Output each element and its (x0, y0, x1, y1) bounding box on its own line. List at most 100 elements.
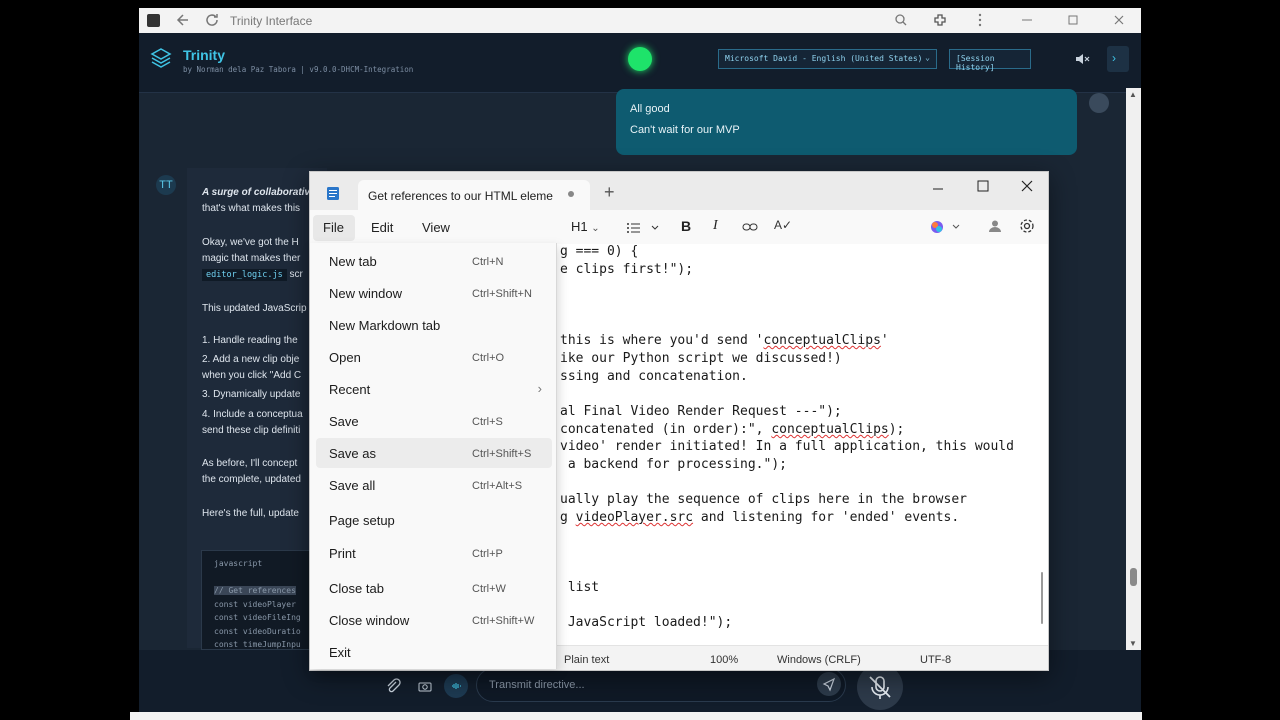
menu-item-shortcut: Ctrl+O (472, 352, 505, 364)
file-menu-item[interactable]: Exit (316, 637, 552, 667)
session-history-label: [Session History] (956, 54, 995, 72)
ai-text: magic that makes ther (202, 253, 301, 264)
file-menu-item[interactable]: Save Ctrl+S (316, 406, 552, 436)
taskbar-strip (130, 712, 1142, 720)
status-format[interactable]: Plain text (564, 654, 609, 666)
file-menu-item[interactable]: Page setup (316, 505, 552, 535)
file-menu-item[interactable]: Save as Ctrl+Shift+S (316, 438, 552, 468)
editor-code-line: video' render initiated! In a full appli… (560, 439, 1014, 454)
link-icon[interactable] (742, 220, 758, 234)
misspelled-word[interactable]: conceptualClips (764, 333, 881, 348)
status-zoom[interactable]: 100% (710, 654, 738, 666)
np-maximize-icon[interactable] (975, 178, 991, 194)
restore-icon[interactable] (1065, 12, 1081, 28)
layers-icon (149, 46, 173, 70)
editor-code-line: JavaScript loaded!"); (560, 615, 733, 630)
notepad-icon (326, 185, 340, 201)
file-menu-item[interactable]: New Markdown tab (316, 310, 552, 340)
ai-text: This updated JavaScrip (202, 303, 307, 314)
menu-item-label: Save all (329, 478, 376, 493)
menu-item-label: Print (329, 546, 356, 561)
scroll-thumb[interactable] (1130, 568, 1137, 586)
settings-gear-icon[interactable] (1019, 218, 1035, 234)
user-message-line: All good (630, 103, 670, 115)
voice-select[interactable]: Microsoft David - English (United States… (718, 49, 937, 69)
directive-placeholder: Transmit directive... (489, 679, 585, 691)
menu-item-label: Recent (329, 382, 371, 397)
reload-icon[interactable] (204, 12, 220, 28)
menu-file[interactable]: File (323, 220, 344, 235)
chevron-down-icon: ⌄ (925, 53, 930, 62)
more-menu-icon[interactable] (972, 12, 988, 28)
file-menu-item[interactable]: Print Ctrl+P (316, 538, 552, 568)
code-line: const videoDuratio (214, 627, 301, 636)
camera-icon[interactable] (417, 678, 433, 694)
editor-code-line: ssing and concatenation. (560, 369, 748, 384)
menu-item-shortcut: Ctrl+Shift+W (472, 615, 535, 627)
tab-title: Get references to our HTML eleme (368, 189, 553, 203)
minimize-icon[interactable] (1019, 12, 1035, 28)
bold-icon[interactable]: B (681, 218, 691, 234)
account-icon[interactable] (988, 219, 1002, 233)
menu-item-shortcut: Ctrl+Alt+S (472, 480, 523, 492)
code-line: const videoFileIng (214, 613, 301, 622)
list-format-icon[interactable] (626, 220, 660, 236)
audio-wave-icon[interactable] (444, 674, 468, 698)
file-menu-item[interactable]: New tab Ctrl+N (316, 246, 552, 276)
extension-icon[interactable] (932, 12, 948, 28)
editor-scrollbar[interactable] (1041, 572, 1043, 624)
file-menu-item[interactable]: Close tab Ctrl+W (316, 573, 552, 603)
heading-select[interactable]: H1 ⌄ (571, 219, 600, 234)
panel-toggle-button[interactable]: › (1107, 46, 1129, 72)
file-menu-item[interactable]: New window Ctrl+Shift+N (316, 278, 552, 308)
close-icon[interactable] (1111, 12, 1127, 28)
zoom-icon[interactable] (893, 12, 909, 28)
file-menu-item[interactable]: Save all Ctrl+Alt+S (316, 470, 552, 500)
file-menu-item[interactable]: Close window Ctrl+Shift+W (316, 605, 552, 635)
session-history-button[interactable]: [Session History] (949, 49, 1031, 72)
mute-icon[interactable] (1074, 51, 1090, 67)
user-avatar (1089, 93, 1109, 113)
italic-icon[interactable]: I (713, 218, 718, 234)
new-tab-plus-icon[interactable]: + (604, 183, 615, 201)
file-menu-item[interactable]: Open Ctrl+O (316, 342, 552, 372)
notepad-tab[interactable]: Get references to our HTML eleme (358, 180, 590, 210)
status-encoding[interactable]: UTF-8 (920, 654, 951, 666)
ai-text: scr (289, 269, 303, 280)
browser-toolbar: Trinity Interface (139, 8, 1141, 33)
np-minimize-icon[interactable] (930, 181, 946, 197)
directive-input[interactable]: Transmit directive... (476, 668, 846, 702)
code-text: ); (888, 422, 905, 437)
chevron-down-icon: ⌄ (591, 223, 600, 234)
ai-text: As before, I'll concept (202, 458, 298, 469)
copilot-icon[interactable] (929, 219, 961, 235)
menu-view[interactable]: View (422, 220, 450, 235)
send-button[interactable] (817, 672, 841, 696)
editor-code-line: al Final Video Render Request ---"); (560, 404, 842, 419)
chevron-right-icon: › (537, 381, 542, 396)
ai-text: the complete, updated (202, 474, 301, 485)
chat-scrollbar[interactable]: ▲ ▼ (1126, 88, 1141, 650)
editor-code-line: g videoPlayer.src and listening for 'end… (560, 510, 959, 525)
editor-code-line: list (560, 580, 600, 595)
menu-edit[interactable]: Edit (371, 220, 393, 235)
editor-code-line: e clips first!"); (560, 262, 694, 277)
unsaved-dot-icon[interactable] (568, 191, 574, 197)
status-line-ending[interactable]: Windows (CRLF) (777, 654, 861, 666)
ai-text: 1. Handle reading the (202, 335, 298, 346)
ai-avatar: TT (156, 175, 176, 195)
misspelled-word[interactable]: conceptualClips (771, 422, 888, 437)
spellcheck-icon[interactable]: A✓ (774, 218, 792, 232)
menu-item-label: New Markdown tab (329, 318, 441, 333)
menu-item-shortcut: Ctrl+W (472, 583, 506, 595)
attach-icon[interactable] (385, 678, 401, 694)
back-arrow-icon[interactable] (175, 12, 191, 28)
app-title: Trinity (183, 47, 226, 63)
misspelled-word[interactable]: videoPlayer.src (576, 510, 693, 525)
scroll-down-icon[interactable]: ▼ (1129, 639, 1137, 648)
editor-code-line: ike our Python script we discussed!) (560, 351, 842, 366)
scroll-up-icon[interactable]: ▲ (1129, 90, 1137, 99)
code-text: and listening for 'ended' events. (693, 510, 960, 525)
np-close-icon[interactable] (1019, 178, 1035, 194)
file-menu-item[interactable]: Recent › (316, 374, 552, 404)
